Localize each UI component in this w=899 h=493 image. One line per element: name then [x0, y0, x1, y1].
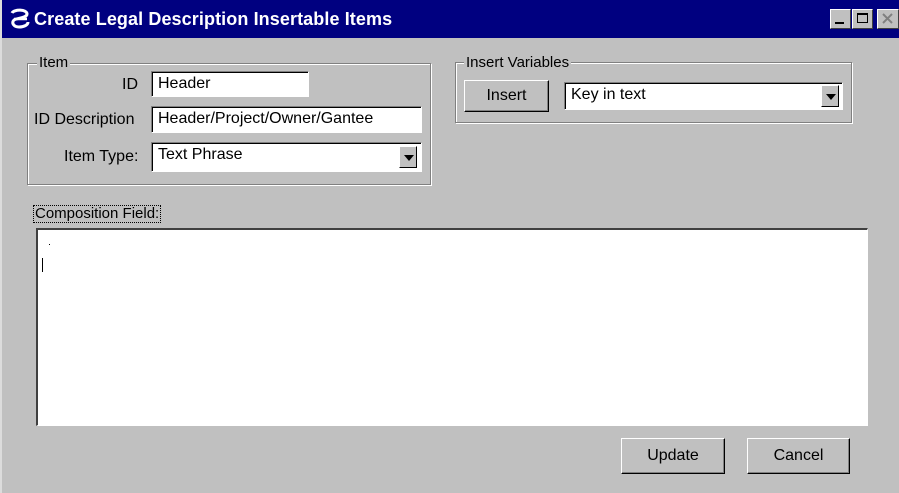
item-type-label: Item Type:	[64, 148, 139, 165]
maximize-icon	[857, 13, 868, 23]
insert-variables-legend: Insert Variables	[464, 54, 572, 71]
title-bar[interactable]: Create Legal Description Insertable Item…	[2, 0, 899, 38]
window-title: Create Legal Description Insertable Item…	[34, 9, 393, 29]
insert-button[interactable]: Insert	[464, 80, 549, 112]
id-description-label: ID Description	[34, 111, 135, 128]
app-logo-icon	[10, 8, 30, 29]
text-marker	[49, 244, 50, 245]
insert-variable-value: Key in text	[571, 86, 646, 103]
insert-variable-dropdown-button[interactable]	[821, 85, 839, 107]
insert-variable-select[interactable]: Key in text	[564, 82, 843, 110]
dialog-window: Create Legal Description Insertable Item…	[0, 0, 899, 493]
id-description-field[interactable]: Header/Project/Owner/Gantee	[151, 106, 422, 133]
composition-field-label: Composition Field:	[32, 205, 162, 223]
id-field[interactable]: Header	[151, 71, 309, 97]
composition-textarea[interactable]	[36, 228, 868, 426]
minimize-icon	[835, 22, 844, 24]
cancel-button[interactable]: Cancel	[747, 438, 850, 474]
item-type-dropdown-button[interactable]	[399, 146, 417, 168]
close-icon	[882, 13, 893, 24]
item-type-value: Text Phrase	[158, 146, 243, 163]
update-button[interactable]: Update	[621, 438, 725, 474]
maximize-button[interactable]	[852, 9, 873, 29]
minimize-button[interactable]	[830, 9, 851, 29]
text-caret	[42, 258, 43, 272]
item-group-legend: Item	[37, 54, 71, 71]
item-type-select[interactable]: Text Phrase	[151, 142, 422, 172]
id-label: ID	[122, 76, 138, 93]
close-button[interactable]	[877, 9, 899, 29]
